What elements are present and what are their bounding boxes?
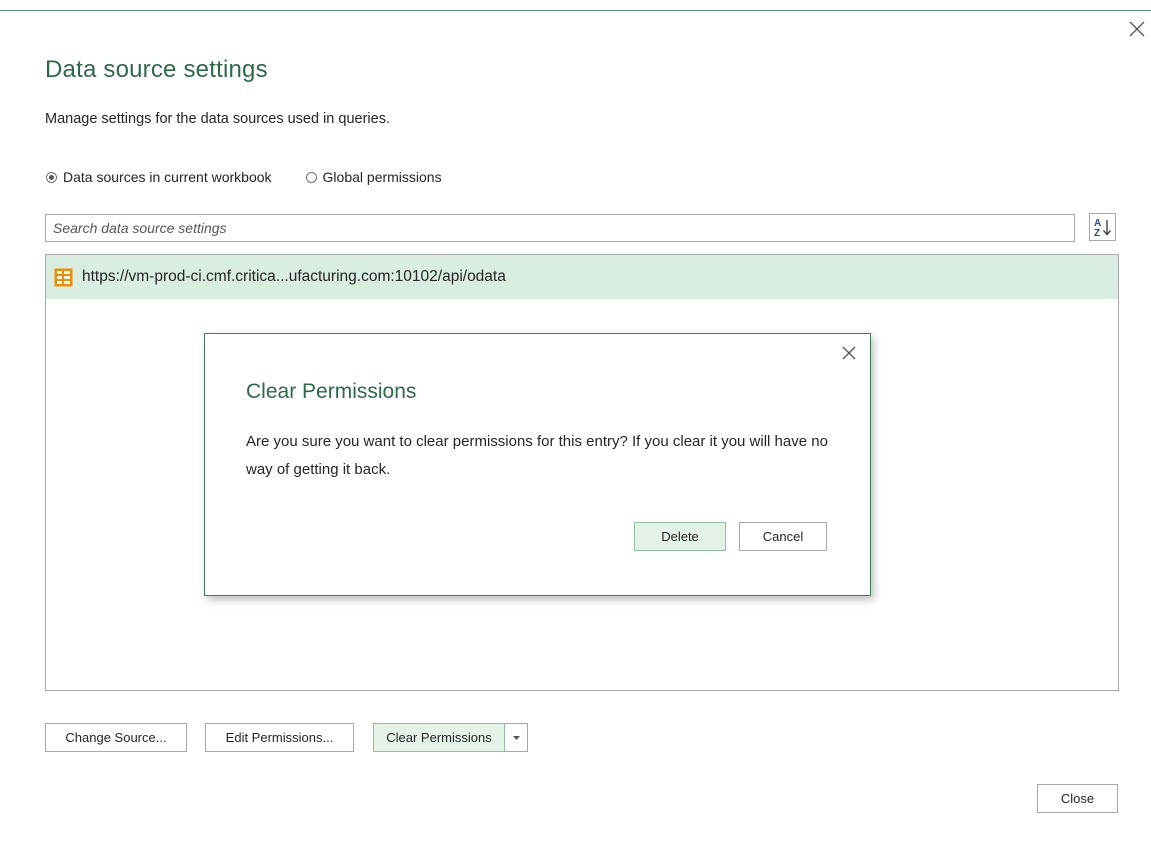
change-source-button[interactable]: Change Source...	[45, 723, 187, 752]
radio-label: Global permissions	[322, 169, 442, 185]
chevron-down-icon	[512, 735, 520, 740]
cancel-button[interactable]: Cancel	[739, 522, 827, 551]
dialog-message: Are you sure you want to clear permissio…	[246, 433, 828, 478]
dialog-close-button[interactable]	[839, 343, 859, 363]
search-input[interactable]	[45, 214, 1075, 242]
close-icon	[842, 346, 856, 360]
page-subtitle: Manage settings for the data sources use…	[45, 111, 390, 127]
radio-checked-icon	[46, 171, 57, 183]
clear-permissions-split-button: Clear Permissions	[373, 723, 528, 752]
odata-feed-icon	[54, 268, 73, 286]
edit-permissions-button[interactable]: Edit Permissions...	[205, 723, 354, 752]
clear-permissions-button[interactable]: Clear Permissions	[373, 723, 505, 752]
radio-global-permissions[interactable]: Global permissions	[305, 169, 442, 185]
dialog-title: Clear Permissions	[246, 380, 417, 403]
radio-unchecked-icon	[305, 171, 317, 183]
sort-az-icon: A Z	[1094, 218, 1111, 239]
close-button[interactable]: Close	[1037, 784, 1118, 813]
sort-button[interactable]: A Z	[1089, 213, 1116, 241]
scope-radio-group: Data sources in current workbook Global …	[46, 169, 442, 185]
page-title: Data source settings	[45, 56, 268, 83]
list-item[interactable]: https://vm-prod-ci.cmf.critica...ufactur…	[46, 255, 1118, 299]
delete-button[interactable]: Delete	[634, 522, 726, 551]
svg-text:Z: Z	[1094, 228, 1100, 239]
window-top-border	[0, 10, 1151, 11]
window-close-button[interactable]	[1126, 18, 1148, 40]
data-source-url: https://vm-prod-ci.cmf.critica...ufactur…	[82, 268, 506, 285]
clear-permissions-dialog: Clear Permissions Are you sure you want …	[204, 333, 871, 596]
radio-current-workbook[interactable]: Data sources in current workbook	[46, 169, 272, 185]
radio-label: Data sources in current workbook	[63, 169, 272, 185]
clear-permissions-dropdown-button[interactable]	[505, 723, 528, 752]
close-icon	[1129, 21, 1145, 37]
